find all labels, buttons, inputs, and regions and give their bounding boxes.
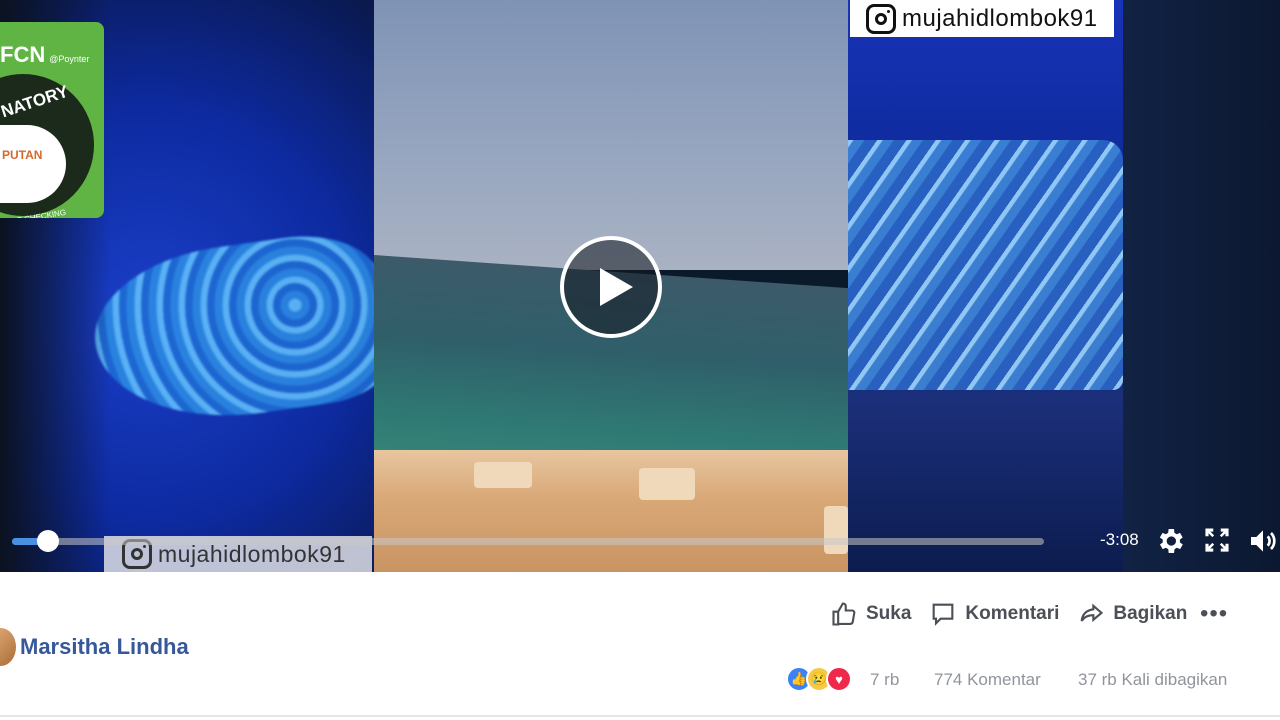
- reaction-count[interactable]: 7 rb: [870, 670, 899, 690]
- time-remaining: -3:08: [1100, 530, 1139, 549]
- play-icon: [600, 268, 633, 306]
- volume-icon[interactable]: [1247, 525, 1279, 557]
- thumbs-up-icon: [832, 602, 856, 626]
- rock: [639, 468, 695, 500]
- video-blurred-right: [848, 0, 1280, 572]
- play-button[interactable]: [560, 236, 662, 338]
- love-reaction-icon: ♥: [826, 666, 852, 692]
- rock: [474, 462, 532, 488]
- author-name[interactable]: Marsitha Lindha: [20, 634, 189, 660]
- comment-button[interactable]: Komentari: [929, 600, 1059, 628]
- instagram-icon: [866, 3, 896, 34]
- gear-icon[interactable]: [1154, 525, 1186, 557]
- shares-count[interactable]: 37 rb Kali dibagikan: [1078, 670, 1227, 690]
- rocks: [374, 450, 848, 572]
- fullscreen-icon[interactable]: [1202, 525, 1234, 557]
- reaction-icons[interactable]: 👍 😢 ♥: [786, 666, 852, 692]
- edge-shade-right: [1123, 0, 1280, 572]
- badge-subtitle: @Poynter: [49, 54, 90, 64]
- sky: [374, 0, 848, 270]
- whale-image-left: [84, 225, 396, 435]
- share-label: Bagikan: [1113, 603, 1188, 624]
- badge-logo-text: PUTAN: [2, 148, 43, 162]
- share-button[interactable]: Bagikan: [1077, 600, 1187, 628]
- post-footer: [0, 572, 1280, 720]
- like-button[interactable]: Suka: [830, 600, 911, 628]
- ifcn-signatory-badge: FCN @Poynter NATORY PUTAN FACT-CHECKING …: [0, 22, 104, 218]
- share-icon: [1081, 603, 1104, 623]
- like-label: Suka: [866, 603, 912, 624]
- more-options-button[interactable]: •••: [1200, 600, 1228, 628]
- post-actions: Suka Komentari Bagikan: [830, 600, 1187, 628]
- comments-count[interactable]: 774 Komentar: [934, 670, 1041, 690]
- comment-icon: [933, 603, 954, 626]
- rock: [824, 506, 848, 554]
- watermark-text: mujahidlombok91: [902, 4, 1098, 32]
- video-player[interactable]: mujahidlombok91 FCN @Poynter NATORY PUTA…: [0, 0, 1280, 572]
- badge-header: FCN @Poynter: [0, 42, 104, 68]
- badge-title: FCN: [0, 42, 46, 67]
- progress-bar[interactable]: [12, 538, 1044, 545]
- comment-label: Komentari: [965, 603, 1060, 624]
- whale-image-right: [848, 140, 1123, 390]
- instagram-watermark-top: mujahidlombok91: [850, 0, 1114, 37]
- divider: [0, 715, 1280, 717]
- progress-scrubber[interactable]: [37, 530, 59, 552]
